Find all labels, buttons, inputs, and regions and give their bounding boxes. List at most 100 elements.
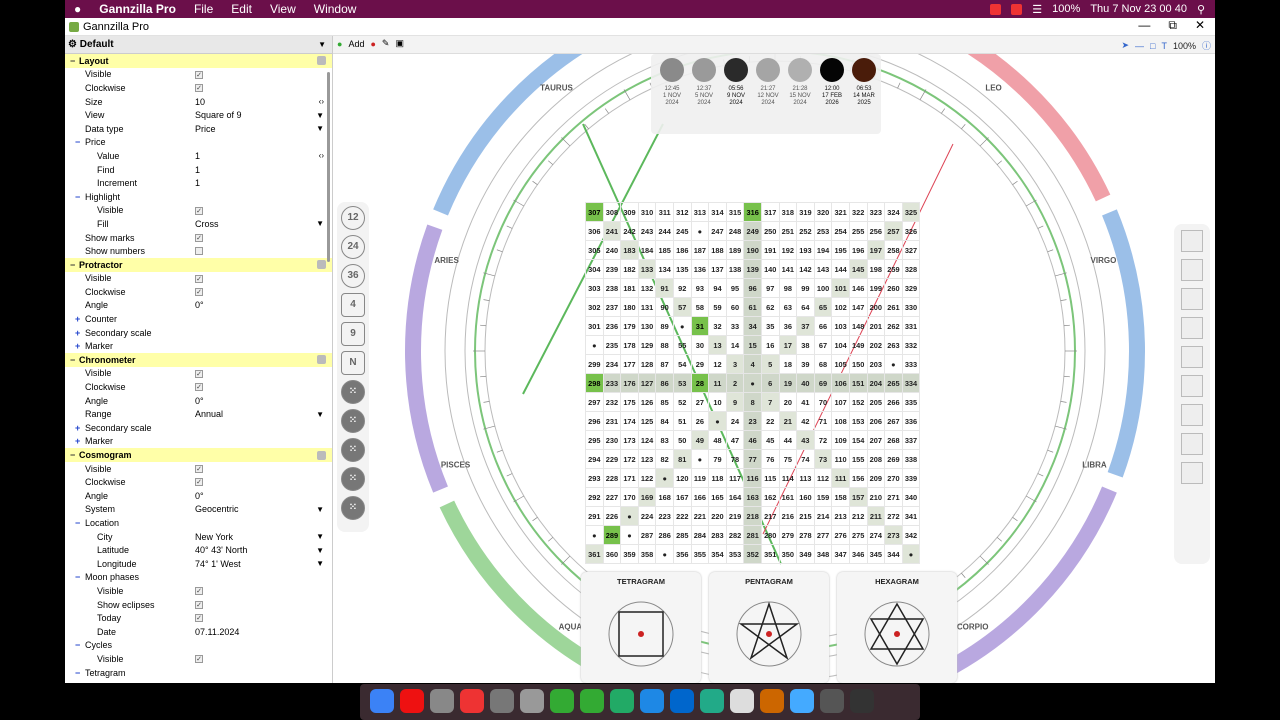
delete-icon[interactable]: ● [370, 39, 375, 49]
add-icon[interactable]: ● [337, 39, 342, 49]
grid-cell[interactable]: 127 [637, 373, 657, 393]
grid-cell[interactable]: 326 [901, 221, 921, 241]
grid-cell[interactable]: 86 [655, 373, 674, 393]
grid-cell[interactable]: 142 [796, 259, 815, 279]
grid-cell[interactable]: 160 [796, 487, 815, 507]
grid-cell[interactable]: 51 [672, 411, 692, 431]
checkbox[interactable]: ✓ [195, 655, 203, 664]
grid-cell[interactable]: 325 [901, 202, 921, 222]
grid-cell[interactable]: 105 [831, 354, 850, 374]
grid-cell[interactable]: 172 [620, 449, 639, 469]
expand-toggle-icon[interactable]: − [75, 572, 80, 582]
grid-cell[interactable]: 257 [884, 221, 903, 241]
property-row[interactable]: − Tetragram [65, 666, 332, 680]
grid-cell[interactable]: 224 [637, 506, 657, 526]
grid-cell[interactable]: 8 [743, 392, 762, 412]
expand-toggle-icon[interactable]: + [75, 436, 80, 446]
grid-cell[interactable]: 189 [725, 240, 745, 260]
grid-cell[interactable]: 184 [637, 240, 657, 260]
property-row[interactable]: Show numbers [65, 244, 332, 258]
grid-cell[interactable]: 169 [637, 487, 657, 507]
grid-cell[interactable]: 63 [778, 297, 798, 317]
grid-cell[interactable]: 55 [672, 335, 692, 355]
grid-cell[interactable]: 244 [655, 221, 674, 241]
grid-cell[interactable]: 295 [585, 430, 604, 450]
grid-cell[interactable]: 179 [620, 316, 639, 336]
dock-app-icon[interactable] [760, 689, 784, 713]
grid-cell[interactable]: 46 [743, 430, 762, 450]
property-row[interactable]: Clockwise ✓ [65, 475, 332, 489]
grid-cell[interactable]: 252 [796, 221, 815, 241]
grid-cell[interactable]: 210 [866, 487, 886, 507]
grid-cell[interactable]: 95 [725, 278, 745, 298]
property-value[interactable]: 40° 43' North [195, 545, 247, 555]
grid-cell[interactable]: 282 [725, 525, 745, 545]
property-row[interactable]: Visible ✓ [65, 68, 332, 82]
grid-cell[interactable]: 249 [743, 221, 762, 241]
grid-cell[interactable]: 84 [655, 411, 674, 431]
grid-cell[interactable]: 110 [831, 449, 850, 469]
grid-cell[interactable]: 82 [655, 449, 674, 469]
expand-toggle-icon[interactable]: − [75, 518, 80, 528]
grid-cell[interactable]: 45 [760, 430, 780, 450]
grid-cell[interactable]: 346 [848, 544, 868, 564]
grid-cell[interactable]: 232 [602, 392, 622, 412]
grid-cell[interactable]: 205 [866, 392, 886, 412]
circle-icon[interactable] [1181, 404, 1203, 426]
grid-cell[interactable]: 141 [778, 259, 798, 279]
property-value[interactable]: Geocentric [195, 504, 239, 514]
grid-cell[interactable]: 33 [725, 316, 745, 336]
grid-cell[interactable]: 10 [708, 392, 727, 412]
grid-cell[interactable]: 236 [602, 316, 622, 336]
grid-cell[interactable]: 64 [796, 297, 815, 317]
grid-cell[interactable]: 322 [848, 202, 868, 222]
restore-icon[interactable]: ⧉ [1168, 18, 1177, 33]
property-row[interactable]: + Counter [65, 312, 332, 326]
grid-cell[interactable]: 133 [637, 259, 657, 279]
grid-cell[interactable]: 268 [884, 430, 903, 450]
grid-cell[interactable]: 34 [743, 316, 762, 336]
grid-cell[interactable]: 211 [866, 506, 886, 526]
grid-cell[interactable]: 53 [672, 373, 692, 393]
grid-cell[interactable]: 285 [672, 525, 692, 545]
grid-cell[interactable]: 70 [813, 392, 833, 412]
dice-icon[interactable]: ⁙ [341, 496, 365, 520]
checkbox[interactable]: ✓ [195, 478, 203, 487]
grid-cell[interactable]: 170 [620, 487, 639, 507]
grid-cell[interactable]: 49 [690, 430, 710, 450]
expand-toggle-icon[interactable]: + [75, 314, 80, 324]
grid-cell[interactable]: 294 [585, 449, 604, 469]
grid-cell[interactable]: 354 [708, 544, 727, 564]
checkbox[interactable]: ✓ [195, 206, 203, 215]
chevron-down-icon[interactable]: ▼ [316, 559, 324, 568]
menu-window[interactable]: Window [305, 2, 366, 16]
grid-cell[interactable]: 159 [813, 487, 833, 507]
grid-cell[interactable]: 333 [901, 354, 921, 374]
property-value[interactable]: 0° [195, 300, 204, 310]
grid-cell[interactable]: 298 [585, 373, 604, 393]
chevron-down-icon[interactable]: ▼ [316, 546, 324, 555]
moon-phase[interactable]: 21:27 12 NOV 2024 [753, 58, 783, 107]
grid-cell[interactable]: 163 [743, 487, 762, 507]
grid-cell[interactable]: 308 [602, 202, 622, 222]
checkbox[interactable]: ✓ [195, 233, 203, 242]
grid-cell[interactable]: 77 [743, 449, 762, 469]
dock-app-icon[interactable] [700, 689, 724, 713]
grid-cell[interactable]: 201 [866, 316, 886, 336]
grid-cell[interactable]: 305 [585, 240, 604, 260]
grid-cell[interactable]: 215 [796, 506, 815, 526]
property-row[interactable]: Visible ✓ [65, 204, 332, 218]
dock-app-icon[interactable] [490, 689, 514, 713]
grid-cell[interactable]: 239 [602, 259, 622, 279]
grid-cell[interactable]: 331 [901, 316, 921, 336]
property-value[interactable]: Price [195, 124, 216, 134]
chevron-down-icon[interactable]: ▼ [316, 124, 324, 133]
grid-cell[interactable]: ● [743, 373, 762, 393]
info-icon[interactable]: ⓘ [1202, 39, 1211, 52]
grid-cell[interactable]: 197 [866, 240, 886, 260]
grid-cell[interactable]: 297 [585, 392, 604, 412]
tetragram-card[interactable]: TETRAGRAM [581, 572, 701, 683]
property-row[interactable]: Latitude 40° 43' North ▼ [65, 543, 332, 557]
property-row[interactable]: Angle 0° [65, 489, 332, 503]
expand-toggle-icon[interactable]: − [75, 192, 80, 202]
